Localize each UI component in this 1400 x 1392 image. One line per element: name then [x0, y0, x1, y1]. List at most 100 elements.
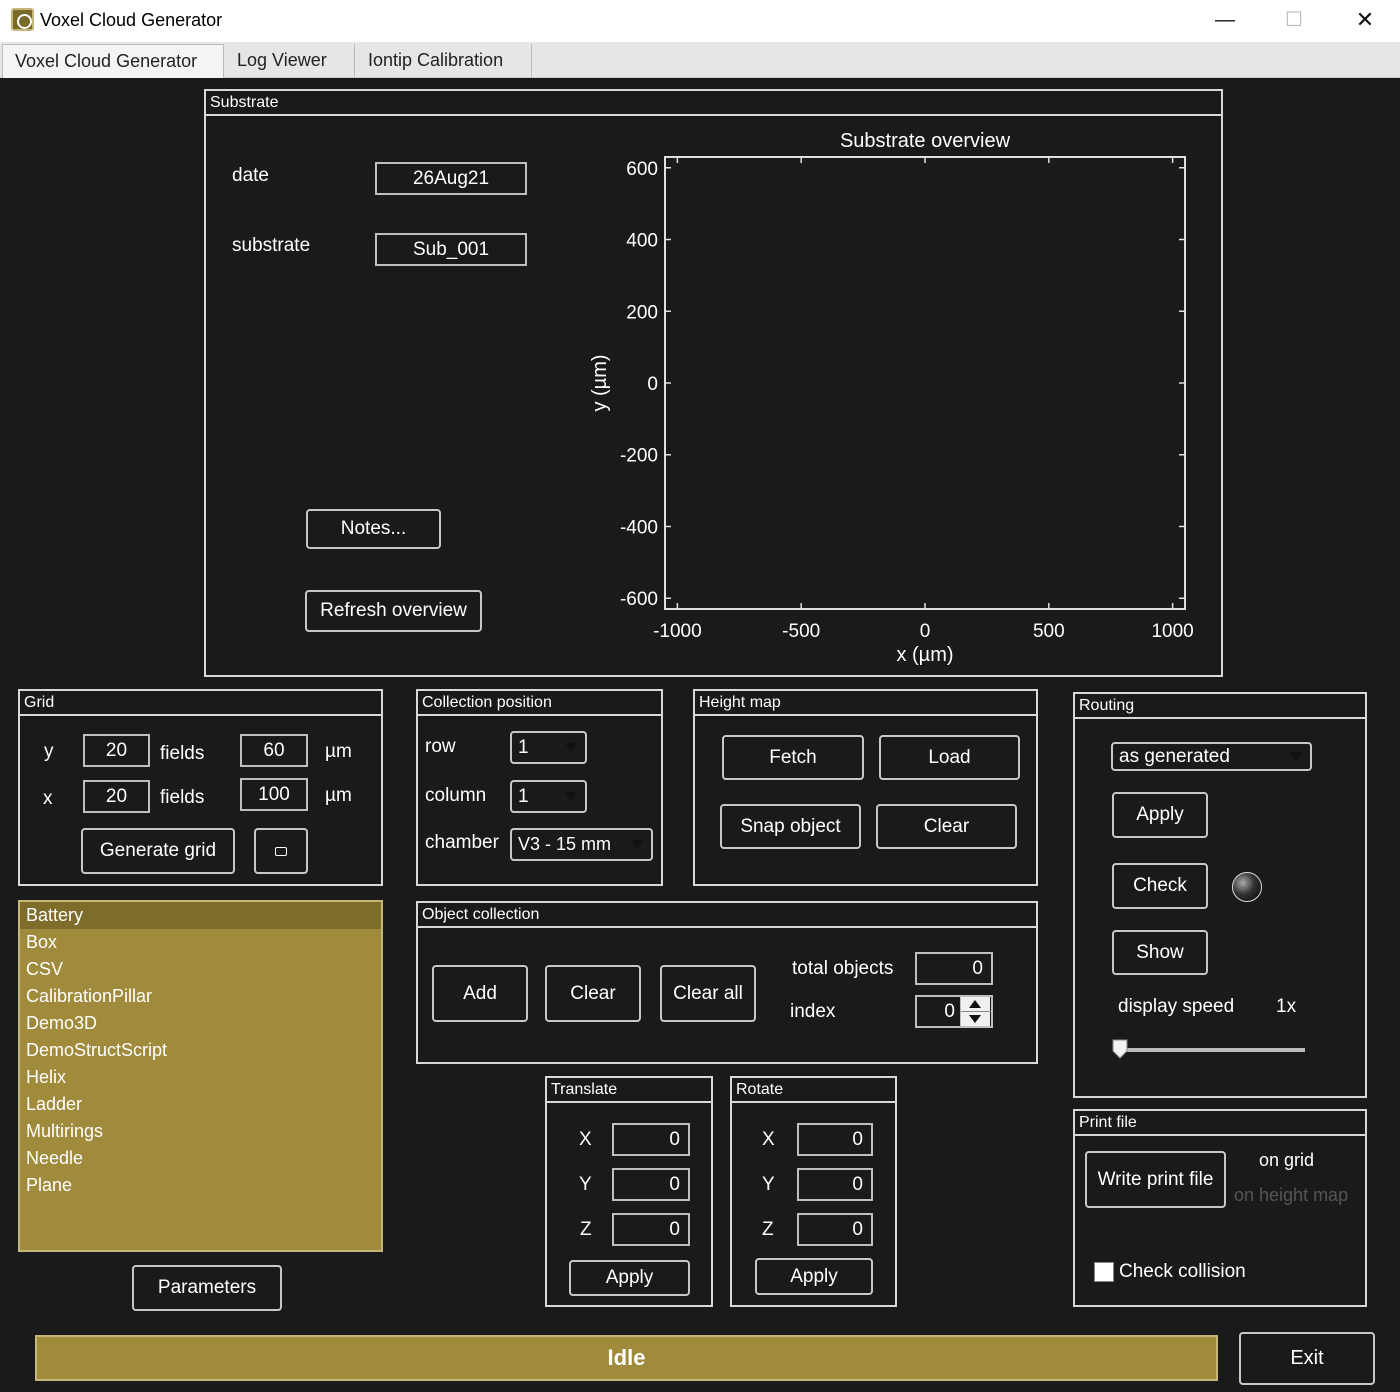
list-item[interactable]: Demo3D: [20, 1010, 381, 1037]
tab-voxel-cloud-generator[interactable]: Voxel Cloud Generator: [2, 44, 224, 78]
y-tick-label: -600: [620, 589, 658, 610]
total-objects-field: 0: [915, 952, 993, 985]
grid-x-pitch-input[interactable]: 100: [240, 778, 308, 811]
routing-show-button[interactable]: Show: [1112, 930, 1208, 975]
row-select[interactable]: 1: [510, 731, 587, 764]
display-speed-slider[interactable]: [1116, 1048, 1305, 1052]
rotate-x-input[interactable]: 0: [797, 1123, 873, 1156]
add-object-button[interactable]: Add: [432, 965, 528, 1022]
exit-button[interactable]: Exit: [1239, 1332, 1375, 1385]
tab-iontip-calibration[interactable]: Iontip Calibration: [356, 44, 532, 78]
y-tick-label: 600: [626, 159, 658, 180]
column-label: column: [425, 785, 487, 806]
rotate-z-label: Z: [762, 1219, 774, 1240]
chamber-label: chamber: [425, 832, 499, 853]
display-speed-label: display speed: [1118, 996, 1235, 1017]
parameters-button[interactable]: Parameters: [132, 1265, 282, 1311]
substrate-field[interactable]: Sub_001: [375, 233, 527, 266]
routing-status-indicator: [1232, 872, 1262, 902]
row-select-value: 1: [518, 737, 529, 758]
routing-title: Routing: [1075, 694, 1365, 719]
close-button[interactable]: ✕: [1330, 0, 1400, 40]
display-speed-slider-thumb[interactable]: [1112, 1039, 1128, 1059]
x-tick-label: -500: [782, 621, 820, 642]
list-item[interactable]: CalibrationPillar: [20, 983, 381, 1010]
index-spinner-buttons[interactable]: [960, 997, 991, 1026]
list-item[interactable]: Battery: [20, 902, 381, 929]
grid-y-fields-input[interactable]: 20: [83, 734, 150, 767]
tab-log-viewer[interactable]: Log Viewer: [225, 44, 355, 78]
translate-x-input[interactable]: 0: [612, 1123, 690, 1156]
spin-down-icon[interactable]: [969, 1015, 981, 1023]
y-tick-label: -400: [620, 517, 658, 538]
rotate-apply-button[interactable]: Apply: [755, 1258, 873, 1295]
write-print-file-button[interactable]: Write print file: [1085, 1151, 1226, 1208]
chevron-down-icon: [1290, 752, 1302, 761]
snap-object-button[interactable]: Snap object: [720, 804, 861, 849]
list-item[interactable]: Needle: [20, 1145, 381, 1172]
list-item[interactable]: Helix: [20, 1064, 381, 1091]
notes-button[interactable]: Notes...: [306, 509, 441, 549]
clear-all-objects-button[interactable]: Clear all: [660, 965, 756, 1022]
x-tick-label: -1000: [653, 621, 702, 642]
y-tick-label: -200: [620, 446, 658, 467]
on-grid-option[interactable]: on grid: [1259, 1150, 1314, 1171]
refresh-overview-button[interactable]: Refresh overview: [305, 590, 482, 632]
tab-bar: Voxel Cloud Generator Log Viewer Iontip …: [0, 42, 1400, 78]
grid-x-fields-label: fields: [160, 787, 205, 808]
grid-y-label: y: [44, 741, 54, 762]
y-tick-label: 200: [626, 302, 658, 323]
row-label: row: [425, 736, 456, 757]
list-item[interactable]: Multirings: [20, 1118, 381, 1145]
x-tick-label: 1000: [1151, 621, 1193, 642]
total-objects-label: total objects: [792, 958, 894, 979]
list-item[interactable]: CSV: [20, 956, 381, 983]
clear-object-button[interactable]: Clear: [545, 965, 641, 1022]
routing-mode-select[interactable]: as generated: [1111, 742, 1312, 771]
list-item[interactable]: DemoStructScript: [20, 1037, 381, 1064]
minimize-button[interactable]: —: [1190, 0, 1260, 40]
object-collection-title: Object collection: [418, 903, 1036, 928]
y-tick-label: 0: [647, 374, 658, 395]
y-axis-label: y (µm): [589, 354, 611, 411]
list-item[interactable]: Plane: [20, 1172, 381, 1199]
column-select[interactable]: 1: [510, 780, 587, 813]
rotate-z-input[interactable]: 0: [797, 1213, 873, 1246]
check-collision-label[interactable]: Check collision: [1119, 1261, 1246, 1283]
date-label: date: [232, 165, 269, 186]
grid-x-fields-input[interactable]: 20: [83, 780, 150, 813]
generate-grid-button[interactable]: Generate grid: [81, 828, 235, 874]
load-height-map-button[interactable]: Load: [879, 735, 1020, 780]
on-height-map-option[interactable]: on height map: [1234, 1185, 1348, 1206]
maximize-button[interactable]: ☐: [1259, 0, 1329, 40]
check-collision-checkbox[interactable]: [1094, 1262, 1114, 1282]
list-item[interactable]: Box: [20, 929, 381, 956]
routing-apply-button[interactable]: Apply: [1112, 792, 1208, 838]
grid-extra-button[interactable]: [254, 828, 308, 874]
spin-up-icon[interactable]: [969, 1000, 981, 1008]
chevron-down-icon: [565, 743, 577, 752]
status-bar: Idle: [35, 1335, 1218, 1381]
translate-z-label: Z: [580, 1219, 592, 1240]
index-label: index: [790, 1001, 836, 1022]
chamber-select[interactable]: V3 - 15 mm: [510, 828, 653, 861]
list-item[interactable]: Ladder: [20, 1091, 381, 1118]
grid-y-unit: µm: [325, 741, 352, 762]
print-file-title: Print file: [1075, 1111, 1365, 1136]
grid-y-fields-label: fields: [160, 743, 205, 764]
translate-apply-button[interactable]: Apply: [569, 1260, 690, 1296]
date-field[interactable]: 26Aug21: [375, 162, 527, 195]
display-speed-value: 1x: [1276, 996, 1297, 1017]
translate-z-input[interactable]: 0: [612, 1213, 690, 1246]
grid-y-pitch-input[interactable]: 60: [240, 734, 308, 767]
routing-mode-value: as generated: [1119, 746, 1230, 767]
clear-height-map-button[interactable]: Clear: [876, 804, 1017, 849]
object-type-list[interactable]: Battery Box CSV CalibrationPillar Demo3D Demo…: [18, 900, 383, 1252]
plot-area[interactable]: [664, 156, 1186, 610]
substrate-label: substrate: [232, 235, 311, 256]
fetch-height-map-button[interactable]: Fetch: [722, 735, 864, 780]
translate-y-input[interactable]: 0: [612, 1168, 690, 1201]
height-map-title: Height map: [695, 691, 1036, 716]
routing-check-button[interactable]: Check: [1112, 863, 1208, 909]
rotate-y-input[interactable]: 0: [797, 1168, 873, 1201]
